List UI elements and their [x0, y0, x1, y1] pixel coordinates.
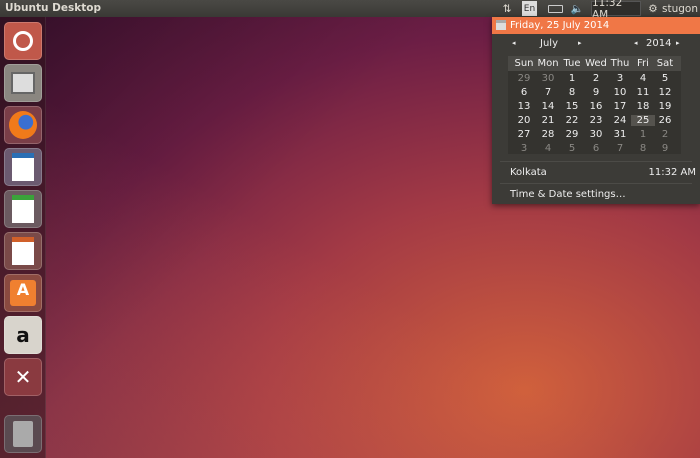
calendar-day[interactable]: 26 [653, 115, 677, 126]
impress-icon[interactable] [4, 232, 42, 270]
calendar-day[interactable]: 1 [631, 129, 655, 140]
calendar-day[interactable]: 20 [512, 115, 536, 126]
battery-icon[interactable] [546, 1, 564, 16]
next-year-button[interactable]: ▸ [676, 39, 680, 47]
weekday-label: Thu [610, 58, 630, 69]
calendar-day[interactable]: 11 [631, 87, 655, 98]
calendar-day[interactable]: 10 [608, 87, 632, 98]
calendar-day[interactable]: 24 [608, 115, 632, 126]
calendar-day[interactable]: 9 [584, 87, 608, 98]
calendar-day[interactable]: 2 [584, 73, 608, 84]
weekday-label: Wed [585, 58, 607, 69]
weekday-label: Mon [537, 58, 559, 69]
calendar-day[interactable]: 5 [560, 143, 584, 154]
calendar-day[interactable]: 15 [560, 101, 584, 112]
calendar-day[interactable]: 23 [584, 115, 608, 126]
volume-icon[interactable]: 🔈 [569, 1, 585, 16]
calendar-day[interactable]: 8 [631, 143, 655, 154]
current-date: Friday, 25 July 2014 [510, 20, 610, 31]
calendar-day[interactable]: 4 [631, 73, 655, 84]
calendar-day[interactable]: 12 [653, 87, 677, 98]
calendar-day[interactable]: 29 [512, 73, 536, 84]
writer-icon[interactable] [4, 148, 42, 186]
calendar-day[interactable]: 22 [560, 115, 584, 126]
calendar-day[interactable]: 3 [608, 73, 632, 84]
calendar-day[interactable]: 18 [631, 101, 655, 112]
dash-icon[interactable] [4, 22, 42, 60]
calendar-icon [496, 20, 506, 30]
calendar-day[interactable]: 7 [536, 87, 560, 98]
gear-icon[interactable]: ⚙ [647, 1, 659, 16]
calendar-day[interactable]: 17 [608, 101, 632, 112]
calendar-day[interactable]: 6 [512, 87, 536, 98]
calendar-day[interactable]: 9 [653, 143, 677, 154]
amazon-icon[interactable]: a [4, 316, 42, 354]
user-name[interactable]: stugon [661, 1, 699, 16]
weekday-label: Tue [563, 58, 581, 69]
calendar-day[interactable]: 30 [584, 129, 608, 140]
files-icon[interactable] [4, 64, 42, 102]
network-icon[interactable]: ⇅ [500, 1, 514, 16]
location-time: 11:32 AM [648, 167, 696, 178]
prev-month-button[interactable]: ◂ [512, 39, 516, 47]
system-settings-icon[interactable]: ✕ [4, 358, 42, 396]
weekday-label: Sun [514, 58, 534, 69]
calendar-day[interactable]: 7 [608, 143, 632, 154]
datetime-menu: Friday, 25 July 2014 ◂ July ▸ ◂ 2014 ▸ S… [492, 17, 700, 204]
time-date-settings[interactable]: Time & Date settings… [510, 189, 626, 200]
clock-indicator[interactable]: 11:32 AM [591, 0, 641, 21]
weekday-label: Sat [656, 58, 674, 69]
calendar-day[interactable]: 16 [584, 101, 608, 112]
trash-icon[interactable] [4, 415, 42, 453]
calendar-day[interactable]: 1 [560, 73, 584, 84]
window-title: Ubuntu Desktop [5, 2, 101, 14]
calendar-day[interactable]: 5 [653, 73, 677, 84]
calendar-day[interactable]: 27 [512, 129, 536, 140]
calendar-day[interactable]: 31 [608, 129, 632, 140]
calendar-day[interactable]: 19 [653, 101, 677, 112]
calendar-day[interactable]: 13 [512, 101, 536, 112]
calendar-day[interactable]: 14 [536, 101, 560, 112]
calendar-day[interactable]: 8 [560, 87, 584, 98]
date-header[interactable]: Friday, 25 July 2014 [492, 17, 700, 34]
calendar-day[interactable]: 25 [631, 115, 655, 126]
location-name[interactable]: Kolkata [510, 167, 547, 178]
next-month-button[interactable]: ▸ [578, 39, 582, 47]
prev-year-button[interactable]: ◂ [634, 39, 638, 47]
calendar-day[interactable]: 21 [536, 115, 560, 126]
keyboard-indicator[interactable]: En [522, 1, 537, 16]
launcher: A a ✕ [0, 17, 46, 458]
calendar-day[interactable]: 2 [653, 129, 677, 140]
calendar-day[interactable]: 29 [560, 129, 584, 140]
weekday-label: Fri [637, 58, 649, 69]
calc-icon[interactable] [4, 190, 42, 228]
calendar-day[interactable]: 28 [536, 129, 560, 140]
top-panel: Ubuntu Desktop ⇅ En 🔈 11:32 AM ⚙ stugon [0, 0, 700, 21]
software-center-icon[interactable]: A [4, 274, 42, 312]
calendar-day[interactable]: 4 [536, 143, 560, 154]
calendar-day[interactable]: 6 [584, 143, 608, 154]
firefox-icon[interactable] [4, 106, 42, 144]
year-label: 2014 [646, 38, 672, 49]
month-label: July [540, 38, 558, 49]
calendar-day[interactable]: 30 [536, 73, 560, 84]
calendar-day[interactable]: 3 [512, 143, 536, 154]
